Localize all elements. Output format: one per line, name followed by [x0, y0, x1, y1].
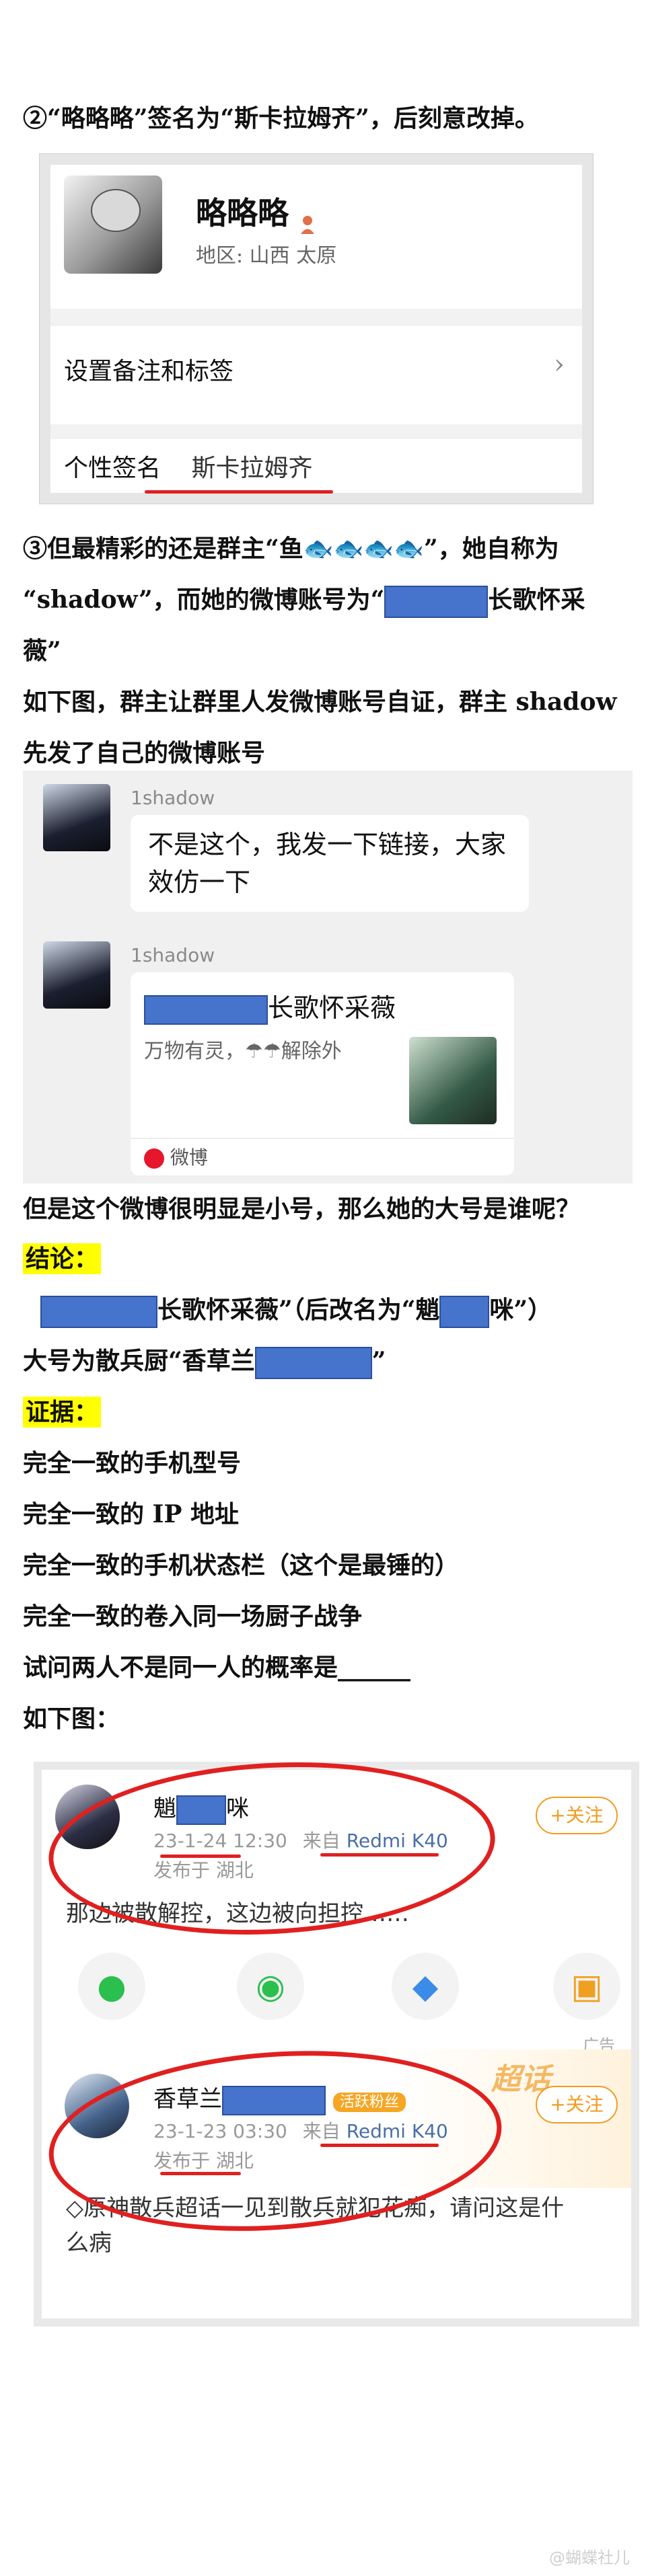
evidence-item: 完全一致的手机型号 [23, 1449, 242, 1477]
conclusion-line1: 长歌怀采薇”（后改名为“魈 咪”） [40, 1292, 633, 1328]
question-line: 但是这个微博很明显是小号，那么她的大号是谁呢？ [23, 1195, 581, 1223]
avatar [43, 941, 110, 1009]
watermark: @蝴蝶社儿 [549, 2548, 630, 2567]
evidence-label: 证据： [23, 1395, 633, 1430]
underline-annotation [160, 2172, 241, 2175]
profile-card: 略略略 地区: 山西 太原 设置备注和标签 › 个性签名 斯卡拉姆齐 [39, 153, 594, 504]
profile-username: 略略略 [196, 189, 316, 234]
section-3-line3: 薇” [23, 637, 61, 665]
avatar [43, 784, 110, 851]
weibo-link-card[interactable]: 长歌怀采薇 万物有灵，☂☂解除外 微博 [131, 972, 514, 1175]
underline-annotation [160, 1855, 241, 1858]
follow-button[interactable]: +关注 [536, 2086, 618, 2123]
section-2-heading: ②“略略略”签名为“斯卡拉姆齐”，后刻意改掉。 [23, 104, 539, 132]
evidence-item: 试问两人不是同一人的概率是______ [23, 1653, 411, 1682]
section-3-line1: ③但最精彩的还是群主“鱼🐟🐟🐟🐟”，她自称为 [23, 535, 559, 563]
section-4-line1: 如下图，群主让群里人发微博账号自证，群主 shadow [23, 688, 617, 716]
link-title: 长歌怀采薇 [144, 987, 396, 1025]
link-subtitle: 万物有灵，☂☂解除外 [144, 1040, 342, 1063]
evidence-item: 完全一致的手机状态栏（这个是最锤的） [23, 1551, 460, 1579]
conclusion-label: 结论： [23, 1241, 633, 1276]
avatar [64, 175, 162, 274]
person-icon [299, 206, 316, 234]
weibo-icon [144, 1148, 164, 1169]
section-3-line2: “shadow”，而她的微博账号为“ 长歌怀采 [23, 582, 633, 618]
chat-nickname: 1shadow [131, 787, 215, 809]
link-source: 微博 [144, 1143, 208, 1170]
evidence-item: 如下图： [23, 1705, 120, 1733]
conclusion-line2: 大号为散兵厨“香草兰” [23, 1343, 633, 1379]
divider [50, 424, 582, 439]
signature-value: 斯卡拉姆齐 [191, 455, 313, 482]
evidence-item: 完全一致的卷入同一场厨子战争 [23, 1602, 363, 1631]
divider [50, 309, 582, 326]
moments-icon[interactable]: ◉ [237, 1953, 304, 2020]
chat-bubble: 不是这个，我发一下链接，大家 效仿一下 [131, 815, 529, 912]
remark-row[interactable]: 设置备注和标签 [64, 352, 569, 387]
save-image-icon[interactable]: ▣ [553, 1953, 620, 2020]
link-thumbnail [409, 1037, 497, 1124]
signature-label: 个性签名 [64, 455, 162, 482]
section-4-line2: 先发了自己的微博账号 [23, 739, 266, 767]
underline-annotation [320, 1853, 439, 1857]
profile-region: 地区: 山西 太原 [196, 244, 337, 268]
redaction-block [254, 1347, 372, 1379]
redaction-block [144, 994, 268, 1025]
redaction-block [384, 586, 489, 618]
chat-screenshot: 1shadow 不是这个，我发一下链接，大家 效仿一下 1shadow 长歌怀采… [23, 771, 633, 1183]
qq-icon[interactable]: ◆ [392, 1953, 459, 2020]
signature-row: 个性签名 斯卡拉姆齐 [64, 448, 569, 483]
chevron-right-icon: › [554, 349, 565, 380]
underline-annotation [145, 490, 333, 494]
redaction-block [40, 1296, 157, 1328]
evidence-item: 完全一致的 IP 地址 [23, 1500, 239, 1528]
follow-button[interactable]: +关注 [536, 1797, 618, 1834]
wechat-icon[interactable]: ● [78, 1953, 145, 2020]
weibo-screenshot: 魈咪 23-1-24 12:30 来自 Redmi K40 发布于 湖北 +关注… [34, 1751, 639, 2327]
underline-annotation [320, 2144, 439, 2147]
divider [131, 1138, 514, 1139]
redaction-block [439, 1296, 490, 1328]
chat-nickname: 1shadow [131, 944, 215, 966]
remark-label: 设置备注和标签 [64, 358, 234, 385]
